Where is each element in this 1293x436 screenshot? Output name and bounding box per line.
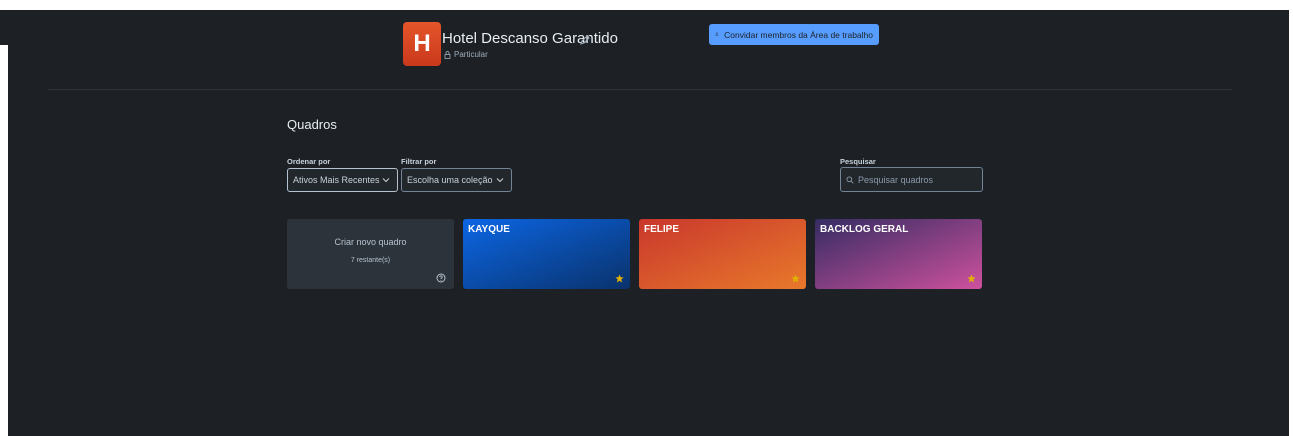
search-label: Pesquisar: [840, 157, 876, 166]
pencil-icon[interactable]: [579, 34, 591, 46]
filter-select-value: Escolha uma coleção: [407, 175, 493, 185]
board-title: BACKLOG GERAL: [820, 224, 909, 235]
sort-label: Ordenar por: [287, 157, 331, 166]
create-board-tile[interactable]: Criar novo quadro 7 restante(s): [287, 219, 454, 289]
remaining-boards-count: 7 restante(s): [350, 257, 391, 264]
star-icon[interactable]: [791, 274, 800, 283]
workspace-logo: H: [403, 22, 441, 66]
board-tile[interactable]: BACKLOG GERAL: [815, 219, 982, 289]
lock-icon: [444, 50, 451, 59]
board-title: KAYQUE: [468, 224, 510, 235]
star-icon[interactable]: [967, 274, 976, 283]
invite-members-label: Convidar membros da Área de trabalho: [724, 29, 873, 40]
board-tile[interactable]: FELIPE: [639, 219, 806, 289]
workspace-name: Hotel Descanso Garantido: [442, 30, 618, 47]
search-field[interactable]: [840, 167, 983, 192]
board-title: FELIPE: [644, 224, 680, 235]
page-title: Quadros: [287, 117, 337, 132]
header-divider: [48, 89, 1232, 90]
sort-select-value: Ativos Mais Recentes: [293, 175, 380, 185]
star-icon[interactable]: [615, 274, 624, 283]
board-tile[interactable]: KAYQUE: [463, 219, 630, 289]
create-board-title: Criar novo quadro: [334, 237, 407, 247]
filter-select[interactable]: Escolha uma coleção: [401, 168, 512, 192]
filter-label: Filtrar por: [401, 157, 437, 166]
sort-select[interactable]: Ativos Mais Recentes: [287, 168, 398, 192]
help-icon[interactable]: [436, 273, 446, 283]
workspace-visibility-label: Particular: [454, 50, 488, 59]
chevron-down-icon: [496, 178, 504, 183]
invite-members-button[interactable]: Convidar membros da Área de trabalho: [709, 24, 879, 45]
left-edge-bar: [0, 10, 8, 45]
add-person-icon: [715, 32, 719, 37]
search-icon: [846, 175, 854, 184]
chevron-down-icon: [382, 178, 390, 183]
search-input[interactable]: [858, 174, 978, 185]
workspace-visibility: Particular: [444, 50, 488, 59]
